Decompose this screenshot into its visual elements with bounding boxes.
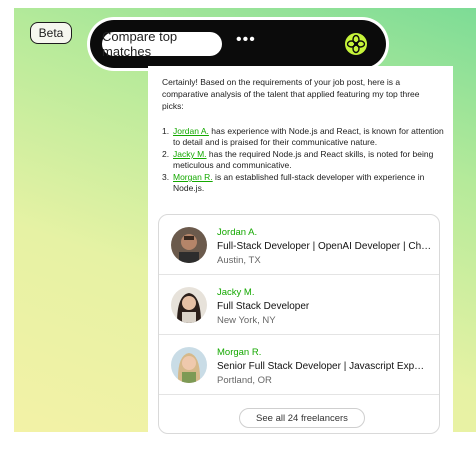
freelancer-title: Full-Stack Developer | OpenAI Developer … [217,241,432,252]
freelancer-title: Senior Full Stack Developer | Javascript… [217,361,425,372]
freelancer-link-jacky[interactable]: Jacky M. [173,149,207,159]
freelancer-name[interactable]: Jacky M. [217,287,437,298]
freelancer-row-morgan[interactable]: Morgan R. Senior Full Stack Developer | … [159,335,439,395]
freelancer-location: New York, NY [217,315,276,326]
more-options-icon[interactable]: ••• [236,31,256,49]
list-item: 2. Jacky M. has the required Node.js and… [162,149,434,170]
freelancer-list-card: Jordan A. Full-Stack Developer | OpenAI … [158,214,440,434]
freelancer-location: Austin, TX [217,255,261,266]
see-all-freelancers-button[interactable]: See all 24 freelancers [239,408,365,428]
freelancer-link-jordan[interactable]: Jordan A. [173,126,209,136]
freelancer-name[interactable]: Morgan R. [217,347,437,358]
freelancer-location: Portland, OR [217,375,272,386]
freelancer-title: Full Stack Developer [217,301,310,312]
avatar [171,227,207,263]
top-picks-list: 1. Jordan A. has experience with Node.js… [162,126,444,195]
response-intro-text: Certainly! Based on the requirements of … [162,77,420,111]
avatar [171,287,207,323]
beta-badge[interactable]: Beta [30,22,72,44]
assistant-header-bar: Compare top matches ••• [90,20,386,68]
freelancer-row-jordan[interactable]: Jordan A. Full-Stack Developer | OpenAI … [159,215,439,275]
avatar [171,347,207,383]
ai-flower-icon[interactable] [344,32,368,56]
freelancer-row-jacky[interactable]: Jacky M. Full Stack Developer New York, … [159,275,439,335]
list-item: 3. Morgan R. is an established full-stac… [162,172,425,193]
freelancer-name[interactable]: Jordan A. [217,227,437,238]
freelancer-link-morgan[interactable]: Morgan R. [173,172,213,182]
assistant-response-panel: Certainly! Based on the requirements of … [148,66,453,442]
compare-top-matches-button[interactable]: Compare top matches [102,29,222,59]
list-item: 1. Jordan A. has experience with Node.js… [162,126,444,147]
